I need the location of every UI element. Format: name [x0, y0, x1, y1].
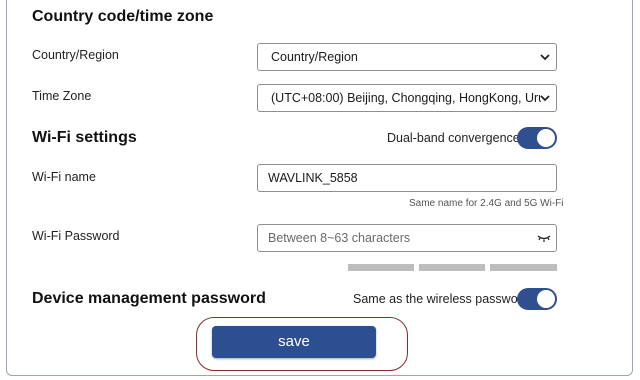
dual-band-label: Dual-band convergence [387, 131, 520, 145]
wifi-section-title: Wi-Fi settings [32, 129, 137, 146]
chevron-down-icon [540, 95, 550, 102]
wifi-name-label: Wi-Fi name [32, 170, 96, 184]
country-select-value: Country/Region [271, 50, 358, 64]
wifi-password-input[interactable]: Between 8~63 characters [257, 224, 557, 252]
wifi-password-label: Wi-Fi Password [32, 229, 120, 243]
password-strength-bar-2 [419, 264, 485, 271]
timezone-label: Time Zone [32, 89, 92, 103]
wifi-name-input[interactable]: WAVLINK_5858 [257, 164, 557, 192]
chevron-down-icon [540, 54, 550, 61]
save-button[interactable]: save [212, 326, 376, 358]
country-select[interactable]: Country/Region [257, 43, 557, 71]
country-section-title: Country code/time zone [32, 8, 214, 25]
toggle-knob [537, 290, 555, 308]
country-label: Country/Region [32, 48, 119, 62]
dual-band-toggle[interactable] [517, 127, 557, 149]
timezone-select-value: (UTC+08:00) Beijing, Chongqing, HongKong… [271, 91, 541, 105]
same-password-toggle[interactable] [517, 288, 557, 310]
wifi-name-hint: Same name for 2.4G and 5G Wi-Fi [409, 198, 564, 209]
password-strength-bar-3 [490, 264, 557, 271]
timezone-select[interactable]: (UTC+08:00) Beijing, Chongqing, HongKong… [257, 84, 557, 112]
toggle-knob [537, 129, 555, 147]
wifi-password-placeholder: Between 8~63 characters [268, 231, 411, 245]
device-section-title: Device management password [32, 290, 266, 307]
eye-closed-icon[interactable] [537, 233, 551, 243]
same-password-label: Same as the wireless password [353, 292, 529, 306]
password-strength-bar-1 [348, 264, 414, 271]
